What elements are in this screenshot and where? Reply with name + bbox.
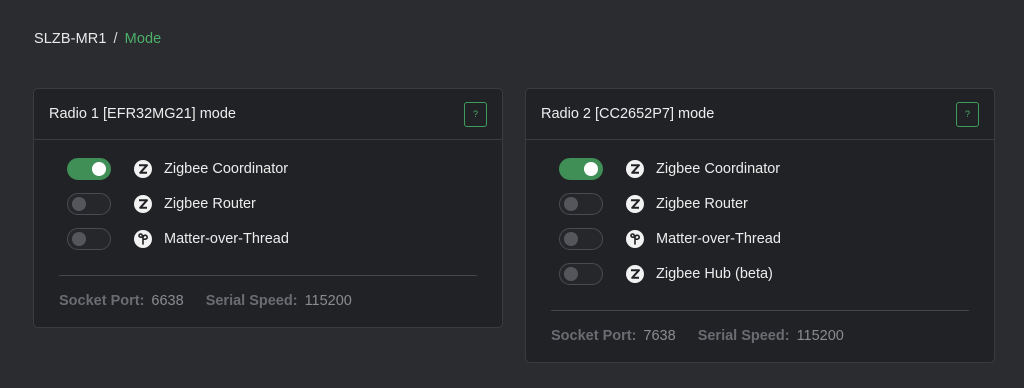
help-button-label: ? xyxy=(964,109,970,119)
option-matter-over-thread: Matter-over-Thread xyxy=(67,228,289,250)
option-zigbee-router: Zigbee Router xyxy=(67,193,256,215)
zigbee-icon xyxy=(134,195,152,213)
radio-footer: Socket Port: 7638 Serial Speed: 115200 xyxy=(551,328,844,344)
mode-toggle[interactable] xyxy=(67,228,111,250)
option-zigbee-coordinator: Zigbee Coordinator xyxy=(559,158,780,180)
serial-speed-label: Serial Speed: xyxy=(205,293,298,309)
option-label: Zigbee Hub (beta) xyxy=(656,266,773,282)
zigbee-icon xyxy=(134,160,152,178)
mode-toggle[interactable] xyxy=(67,193,111,215)
option-zigbee-hub: Zigbee Hub (beta) xyxy=(559,263,773,285)
option-matter-over-thread: Matter-over-Thread xyxy=(559,228,781,250)
help-button[interactable]: ? xyxy=(956,101,979,127)
breadcrumb-root[interactable]: SLZB-MR1 xyxy=(34,31,107,47)
socket-port-label: Socket Port: xyxy=(551,328,637,344)
mode-toggle[interactable] xyxy=(559,228,603,250)
breadcrumb-current: Mode xyxy=(124,31,162,47)
radio-2-card: Radio 2 [CC2652P7] mode ? Zigbee Coordin… xyxy=(525,88,995,363)
socket-port-label: Socket Port: xyxy=(59,293,145,309)
card-title: Radio 2 [CC2652P7] mode xyxy=(541,106,715,122)
serial-speed-value: 115200 xyxy=(796,328,844,344)
option-zigbee-coordinator: Zigbee Coordinator xyxy=(67,158,288,180)
option-zigbee-router: Zigbee Router xyxy=(559,193,748,215)
help-button[interactable]: ? xyxy=(464,101,487,127)
thread-icon xyxy=(134,230,152,248)
serial-speed-value: 115200 xyxy=(304,293,352,309)
card-title: Radio 1 [EFR32MG21] mode xyxy=(49,106,236,122)
divider xyxy=(59,275,477,276)
toggle-knob xyxy=(72,197,86,211)
option-label: Matter-over-Thread xyxy=(164,231,289,247)
zigbee-icon xyxy=(626,160,644,178)
zigbee-icon xyxy=(626,195,644,213)
thread-icon xyxy=(626,230,644,248)
serial-speed-label: Serial Speed: xyxy=(697,328,790,344)
mode-toggle[interactable] xyxy=(559,158,603,180)
mode-toggle[interactable] xyxy=(559,193,603,215)
help-button-label: ? xyxy=(472,109,478,119)
radio-1-card: Radio 1 [EFR32MG21] mode ? Zigbee Coordi… xyxy=(33,88,503,328)
radio-footer: Socket Port: 6638 Serial Speed: 115200 xyxy=(59,293,352,309)
card-header: Radio 1 [EFR32MG21] mode ? xyxy=(34,89,502,140)
toggle-knob xyxy=(92,162,106,176)
option-label: Zigbee Router xyxy=(656,196,748,212)
option-label: Matter-over-Thread xyxy=(656,231,781,247)
socket-port-value: 7638 xyxy=(643,328,676,344)
option-label: Zigbee Coordinator xyxy=(164,161,289,177)
divider xyxy=(551,310,969,311)
mode-toggle[interactable] xyxy=(559,263,603,285)
toggle-knob xyxy=(584,162,598,176)
toggle-knob xyxy=(564,267,578,281)
socket-port-value: 6638 xyxy=(151,293,184,309)
card-header: Radio 2 [CC2652P7] mode ? xyxy=(526,89,994,140)
zigbee-icon xyxy=(626,265,644,283)
breadcrumb: SLZB-MR1 / Mode xyxy=(34,31,161,47)
toggle-knob xyxy=(564,232,578,246)
toggle-knob xyxy=(72,232,86,246)
option-label: Zigbee Router xyxy=(164,196,256,212)
mode-toggle[interactable] xyxy=(67,158,111,180)
breadcrumb-separator: / xyxy=(113,31,118,47)
option-label: Zigbee Coordinator xyxy=(656,161,781,177)
toggle-knob xyxy=(564,197,578,211)
